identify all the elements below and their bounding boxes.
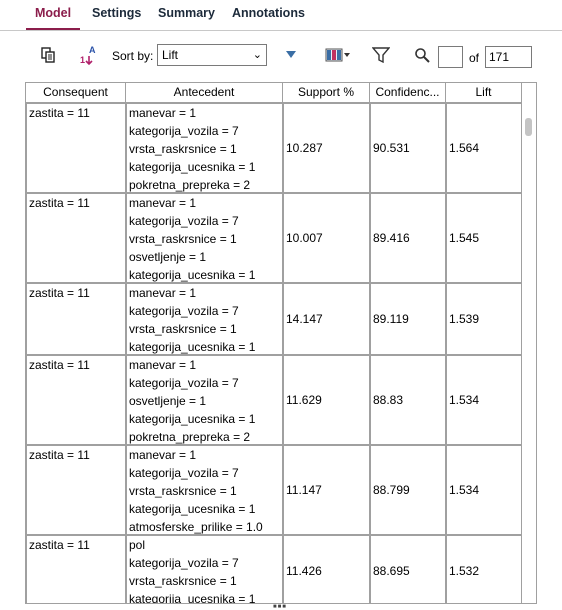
column-header-consequent[interactable]: Consequent bbox=[26, 83, 126, 103]
consequent-cell: zastita = 11 bbox=[26, 103, 126, 193]
lift-cell: 1.545 bbox=[446, 193, 522, 283]
confidence-cell: 89.416 bbox=[370, 193, 446, 283]
consequent-cell: zastita = 11 bbox=[26, 445, 126, 535]
tab-annotations[interactable]: Annotations bbox=[232, 6, 305, 20]
tab-summary[interactable]: Summary bbox=[158, 6, 215, 20]
consequent-cell: zastita = 11 bbox=[26, 193, 126, 283]
antecedent-item: manevar = 1 bbox=[129, 286, 197, 300]
antecedent-item: kategorija_ucesnika = 1 bbox=[129, 160, 256, 174]
antecedent-item: manevar = 1 bbox=[129, 448, 197, 462]
vertical-scrollbar[interactable] bbox=[522, 103, 536, 603]
column-header-support[interactable]: Support % bbox=[283, 83, 370, 103]
sort-direction-icon[interactable] bbox=[280, 44, 302, 66]
antecedent-item: manevar = 1 bbox=[129, 196, 197, 210]
svg-text:A: A bbox=[89, 45, 96, 55]
filter-icon[interactable] bbox=[370, 44, 392, 66]
column-header-confidence[interactable]: Confidenc... bbox=[370, 83, 446, 103]
search-icon[interactable] bbox=[411, 44, 433, 66]
confidence-cell: 89.119 bbox=[370, 283, 446, 355]
support-cell: 11.629 bbox=[283, 355, 370, 445]
columns-icon[interactable] bbox=[325, 44, 351, 66]
antecedent-item: kategorija_ucesnika = 1 bbox=[129, 268, 256, 282]
antecedent-item: vrsta_raskrsnice = 1 bbox=[129, 484, 237, 498]
confidence-cell: 88.799 bbox=[370, 445, 446, 535]
page-number-input[interactable] bbox=[438, 46, 463, 68]
antecedent-item: kategorija_vozila = 7 bbox=[129, 466, 239, 480]
lift-cell: 1.534 bbox=[446, 445, 522, 535]
resize-grip-icon[interactable]: ■■■ bbox=[273, 604, 289, 610]
antecedent-item: vrsta_raskrsnice = 1 bbox=[129, 574, 237, 588]
antecedent-item: manevar = 1 bbox=[129, 106, 197, 120]
consequent-cell: zastita = 11 bbox=[26, 283, 126, 355]
confidence-cell: 88.695 bbox=[370, 535, 446, 603]
antecedent-item: osvetljenje = 1 bbox=[129, 250, 207, 264]
antecedent-cell: manevar = 1 kategorija_vozila = 7 vrsta_… bbox=[126, 445, 283, 535]
of-label: of bbox=[469, 51, 480, 65]
antecedent-item: kategorija_vozila = 7 bbox=[129, 214, 239, 228]
sort-by-label: Sort by: bbox=[112, 49, 154, 63]
consequent-cell: zastita = 11 bbox=[26, 355, 126, 445]
antecedent-item: kategorija_vozila = 7 bbox=[129, 556, 239, 570]
support-cell: 11.426 bbox=[283, 535, 370, 603]
antecedent-item: vrsta_raskrsnice = 1 bbox=[129, 142, 237, 156]
rules-table: Consequent Antecedent Support % Confiden… bbox=[25, 82, 537, 604]
tab-settings[interactable]: Settings bbox=[92, 6, 141, 20]
antecedent-item: osvetljenje = 1 bbox=[129, 394, 207, 408]
antecedent-cell: manevar = 1 kategorija_vozila = 7 osvetl… bbox=[126, 355, 283, 445]
support-cell: 10.007 bbox=[283, 193, 370, 283]
antecedent-item: kategorija_ucesnika = 1 bbox=[129, 340, 256, 354]
sort-order-icon[interactable]: 1A bbox=[78, 44, 100, 66]
antecedent-cell: manevar = 1 kategorija_vozila = 7 vrsta_… bbox=[126, 193, 283, 283]
support-cell: 14.147 bbox=[283, 283, 370, 355]
support-cell: 10.287 bbox=[283, 103, 370, 193]
total-rules-field: 171 bbox=[485, 46, 532, 68]
sort-by-value: Lift bbox=[162, 48, 179, 62]
antecedent-item: kategorija_vozila = 7 bbox=[129, 376, 239, 390]
consequent-cell: zastita = 11 bbox=[26, 535, 126, 603]
tab-model[interactable]: Model bbox=[35, 6, 71, 20]
antecedent-cell: pol kategorija_vozila = 7 vrsta_raskrsni… bbox=[126, 535, 283, 604]
column-header-lift[interactable]: Lift bbox=[446, 83, 522, 103]
antecedent-item: pol bbox=[129, 538, 146, 552]
antecedent-item: kategorija_vozila = 7 bbox=[129, 304, 239, 318]
antecedent-item: kategorija_ucesnika = 1 bbox=[129, 592, 256, 604]
antecedent-cell: manevar = 1 kategorija_vozila = 7 vrsta_… bbox=[126, 283, 283, 355]
lift-cell: 1.532 bbox=[446, 535, 522, 603]
antecedent-item: pokretna_prepreka = 2 bbox=[129, 178, 251, 192]
antecedent-item: kategorija_ucesnika = 1 bbox=[129, 412, 256, 426]
active-tab-indicator bbox=[26, 28, 80, 30]
column-header-antecedent[interactable]: Antecedent bbox=[126, 83, 283, 103]
confidence-cell: 88.83 bbox=[370, 355, 446, 445]
copy-icon[interactable] bbox=[37, 44, 59, 66]
antecedent-item: vrsta_raskrsnice = 1 bbox=[129, 232, 237, 246]
antecedent-item: vrsta_raskrsnice = 1 bbox=[129, 322, 237, 336]
lift-cell: 1.534 bbox=[446, 355, 522, 445]
antecedent-cell: manevar = 1 kategorija_vozila = 7 vrsta_… bbox=[126, 103, 283, 193]
lift-cell: 1.539 bbox=[446, 283, 522, 355]
antecedent-item: kategorija_vozila = 7 bbox=[129, 124, 239, 138]
antecedent-item: pokretna_prepreka = 2 bbox=[129, 430, 251, 444]
confidence-cell: 90.531 bbox=[370, 103, 446, 193]
antecedent-item: manevar = 1 bbox=[129, 358, 197, 372]
lift-cell: 1.564 bbox=[446, 103, 522, 193]
toolbar: 1A Sort by: Lift ⌄ of 171 bbox=[0, 40, 562, 72]
svg-text:1: 1 bbox=[80, 55, 85, 65]
support-cell: 11.147 bbox=[283, 445, 370, 535]
antecedent-item: atmosferske_prilike = 1.0 bbox=[129, 520, 263, 534]
chevron-down-icon: ⌄ bbox=[252, 49, 262, 61]
antecedent-item: kategorija_ucesnika = 1 bbox=[129, 502, 256, 516]
tab-bar: Model Settings Summary Annotations bbox=[0, 0, 562, 31]
sort-by-select[interactable]: Lift ⌄ bbox=[157, 44, 267, 66]
scrollbar-thumb[interactable] bbox=[525, 118, 532, 136]
